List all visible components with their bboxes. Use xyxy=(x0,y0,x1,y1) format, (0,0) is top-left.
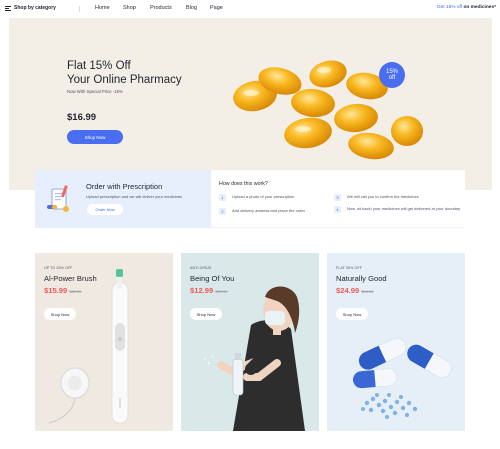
prescription-title: Order with Prescription xyxy=(86,182,163,191)
hero-price: $16.99 xyxy=(67,112,97,123)
promo-link[interactable]: Get 15% off on medicines* xyxy=(437,5,496,10)
step-number: 2 xyxy=(219,208,226,215)
badge-off: off xyxy=(388,75,396,81)
card-tag: FLAT 50% OFF xyxy=(336,266,363,270)
step-item: 4 Now, sit back! your medicines will get… xyxy=(334,206,462,213)
step-item: 3 We will call you to confirm the medici… xyxy=(334,194,462,201)
hero-subtitle: Now With Special Price -15% xyxy=(67,89,123,94)
card-price: $12.99 $22.00 xyxy=(190,286,227,295)
capsules-image xyxy=(233,60,423,160)
step-number: 1 xyxy=(219,194,226,201)
card-shop-now-button[interactable]: Shop Now xyxy=(44,308,76,320)
card-price: $15.99 $22.00 xyxy=(44,286,81,295)
prescription-icon xyxy=(47,185,69,212)
promo-highlight: Get 15% off xyxy=(436,5,463,10)
card-tag: ANTI-VIRUS xyxy=(190,266,212,270)
discount-badge: 15% off xyxy=(379,62,405,88)
card-price-old: $22.00 xyxy=(69,289,82,294)
nav-link-blog[interactable]: Blog xyxy=(186,5,210,11)
step-text: Upload a photo of your prescription xyxy=(232,194,295,199)
step-number: 3 xyxy=(334,194,341,201)
shop-by-category-label: Shop by category xyxy=(14,5,56,11)
product-card-sanitizer[interactable]: ANTI-VIRUS Being Of You $12.99 $22.00 Sho… xyxy=(181,253,319,431)
card-tag: UP TO 25% OFF xyxy=(44,266,73,270)
hero-title: Flat 15% Off Your Online Pharmacy xyxy=(67,59,182,87)
prescription-panel: Order with Prescription Upload prescript… xyxy=(35,170,211,228)
order-now-button[interactable]: Order Now xyxy=(87,204,123,215)
how-it-works-title: How does this work? xyxy=(219,181,268,187)
hero-shop-now-button[interactable]: Shop Now xyxy=(67,130,123,144)
hero-title-line1: Flat 15% Off xyxy=(67,60,131,72)
nav-link-page[interactable]: Page xyxy=(210,5,223,11)
prescription-description: Upload prescription and we will deliver … xyxy=(86,194,183,199)
card-title: Being Of You xyxy=(190,274,235,283)
card-shop-now-button[interactable]: Shop Now xyxy=(336,308,368,320)
hero-title-line2: Your Online Pharmacy xyxy=(67,74,182,86)
nav-link-home[interactable]: Home xyxy=(95,5,123,11)
step-text: We will call you to confirm the medicine… xyxy=(347,194,419,199)
step-text: Add delivery address and place the order xyxy=(232,208,305,213)
card-price-old: $44.00 xyxy=(361,289,374,294)
top-nav: Shop by category Home Shop Products Blog… xyxy=(0,0,500,18)
step-item: 1 Upload a photo of your prescription xyxy=(219,194,329,201)
menu-icon xyxy=(5,5,11,11)
card-shop-now-button[interactable]: Shop Now xyxy=(190,308,222,320)
nav-divider xyxy=(79,6,80,12)
card-price-current: $15.99 xyxy=(44,286,68,295)
nav-link-shop[interactable]: Shop xyxy=(123,5,150,11)
card-price-current: $12.99 xyxy=(190,286,214,295)
promo-text: on medicines* xyxy=(463,5,496,10)
step-number: 4 xyxy=(334,206,341,213)
card-title: Al-Power Brush xyxy=(44,274,97,283)
product-card-brush[interactable]: UP TO 25% OFF Al-Power Brush $15.99 $22.0… xyxy=(35,253,173,431)
card-price: $24.99 $44.00 xyxy=(336,286,373,295)
card-title: Naturally Good xyxy=(336,274,387,283)
step-item: 2 Add delivery address and place the ord… xyxy=(219,208,334,215)
how-it-works-panel: How does this work? 1 Upload a photo of … xyxy=(211,170,465,228)
product-card-capsules[interactable]: FLAT 50% OFF Naturally Good $24.99 $44.00… xyxy=(327,253,465,431)
step-text: Now, sit back! your medicines will get d… xyxy=(347,206,461,211)
nav-link-products[interactable]: Products xyxy=(150,5,186,11)
card-price-old: $22.00 xyxy=(215,289,228,294)
shop-by-category-button[interactable]: Shop by category xyxy=(5,5,56,11)
hero-banner: Flat 15% Off Your Online Pharmacy Now Wi… xyxy=(9,18,492,190)
card-price-current: $24.99 xyxy=(336,286,360,295)
